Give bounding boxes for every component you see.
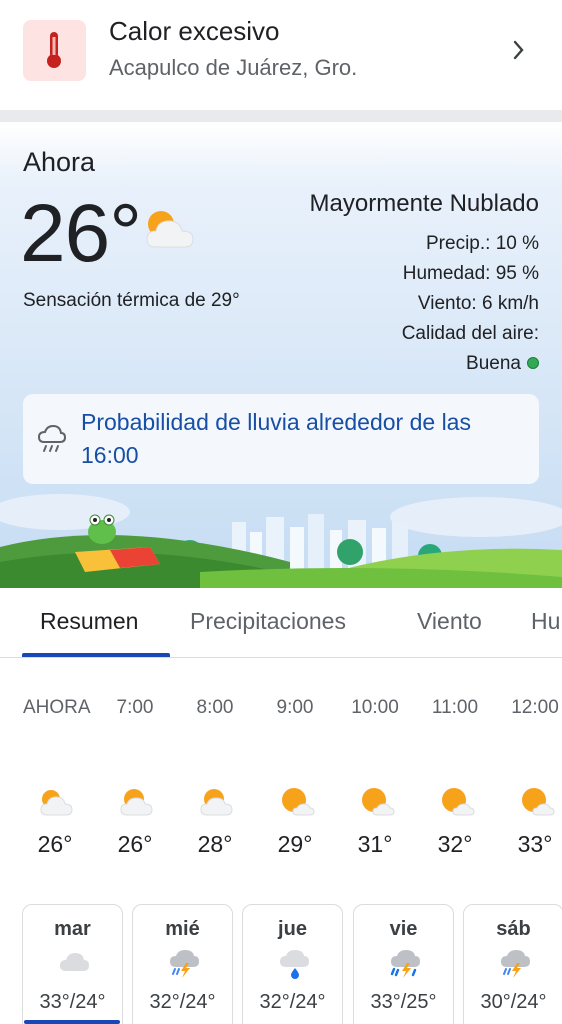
- rain-notice-text: Probabilidad de lluvia alrededor de las …: [81, 409, 471, 468]
- alert-icon-box: [23, 20, 86, 81]
- day-name: vie: [389, 918, 418, 940]
- rain-icon: [280, 950, 309, 979]
- thermometer-icon: [47, 32, 61, 68]
- hour-temp: 29°: [277, 831, 313, 857]
- daily-forecast: mar 33°/24° mié 32°/24° jue 32°/24° vie …: [0, 904, 562, 1024]
- alert-title: Calor excesivo: [109, 16, 280, 46]
- hour-time: 12:00: [511, 697, 559, 718]
- tab-indicator: [22, 653, 170, 657]
- current-conditions: Ahora 26° Sensación térmica de 29° Mayor…: [0, 122, 562, 588]
- day-range: 32°/24°: [259, 991, 326, 1013]
- day-name: mié: [165, 918, 200, 940]
- hourly-forecast[interactable]: AHORA 26° 7:00 26° 8:00 28° 9:00 29° 10:…: [0, 659, 562, 899]
- tab-humedad[interactable]: Hu: [531, 608, 560, 635]
- hour-time: 8:00: [196, 697, 234, 718]
- tab-precipitaciones[interactable]: Precipitaciones: [190, 608, 346, 635]
- thunderstorm-rain-icon: [390, 950, 420, 978]
- wind-text: Viento: 6 km/h: [417, 293, 539, 314]
- rain-notice-card[interactable]: Probabilidad de lluvia alrededor de las …: [23, 394, 539, 484]
- heat-alert-card[interactable]: Calor excesivo Acapulco de Juárez, Gro.: [0, 0, 562, 110]
- day-card-mie[interactable]: mié 32°/24°: [132, 904, 233, 1024]
- mostly-sunny-icon: [522, 788, 555, 816]
- now-label: Ahora: [23, 147, 96, 177]
- humidity-text: Humedad: 95 %: [402, 263, 539, 284]
- hour-temp: 32°: [437, 831, 473, 857]
- condition-text: Mayormente Nublado: [309, 190, 539, 217]
- mostly-sunny-icon: [442, 788, 475, 816]
- chevron-right-icon[interactable]: [512, 38, 526, 62]
- mostly-sunny-icon: [362, 788, 395, 816]
- day-name: sáb: [496, 918, 531, 940]
- current-temperature: 26°: [20, 188, 142, 279]
- precip-text: Precip.: 10 %: [426, 233, 539, 254]
- section-divider: [0, 110, 562, 122]
- selected-day-indicator: [24, 1020, 120, 1024]
- cloudy-icon: [60, 953, 89, 971]
- partly-cloudy-icon: [200, 789, 233, 816]
- hour-time: AHORA: [23, 697, 91, 718]
- feels-like: Sensación térmica de 29°: [23, 290, 240, 311]
- partly-cloudy-icon: [120, 789, 153, 816]
- day-name: jue: [278, 918, 307, 940]
- day-range: 30°/24°: [480, 991, 547, 1013]
- day-range: 32°/24°: [149, 991, 216, 1013]
- tab-bar: Resumen Precipitaciones Viento Hu: [0, 588, 562, 658]
- hour-time: 9:00: [276, 697, 314, 718]
- day-card-sab[interactable]: sáb 30°/24°: [463, 904, 562, 1024]
- day-range: 33°/24°: [39, 991, 106, 1013]
- thunderstorm-icon: [501, 950, 530, 978]
- hour-time: 11:00: [431, 697, 479, 718]
- landscape-illustration: [0, 494, 562, 588]
- hour-temp: 33°: [517, 831, 553, 857]
- day-card-jue[interactable]: jue 32°/24°: [242, 904, 343, 1024]
- air-quality-row: Buena: [466, 353, 539, 375]
- hour-temp: 26°: [117, 831, 153, 857]
- thunderstorm-icon: [170, 950, 199, 978]
- partly-cloudy-icon: [40, 790, 73, 816]
- alert-location: Acapulco de Juárez, Gro.: [109, 55, 358, 80]
- hour-temp: 26°: [37, 831, 73, 857]
- partly-cloudy-icon: [146, 211, 194, 248]
- rain-cloud-icon: [37, 424, 67, 452]
- day-card-mar[interactable]: mar 33°/24°: [22, 904, 123, 1024]
- hour-temp: 28°: [197, 831, 233, 857]
- tab-viento[interactable]: Viento: [417, 608, 482, 635]
- tab-resumen[interactable]: Resumen: [40, 608, 138, 635]
- hour-time: 10:00: [351, 697, 399, 718]
- day-card-vie[interactable]: vie 33°/25°: [353, 904, 454, 1024]
- hour-time: 7:00: [116, 697, 154, 718]
- air-quality-value: Buena: [466, 353, 521, 374]
- air-quality-dot: [527, 357, 539, 369]
- air-quality-label: Calidad del aire:: [401, 323, 539, 344]
- day-range: 33°/25°: [370, 991, 437, 1013]
- hour-temp: 31°: [357, 831, 393, 857]
- day-name: mar: [54, 918, 91, 940]
- mostly-sunny-icon: [282, 788, 315, 816]
